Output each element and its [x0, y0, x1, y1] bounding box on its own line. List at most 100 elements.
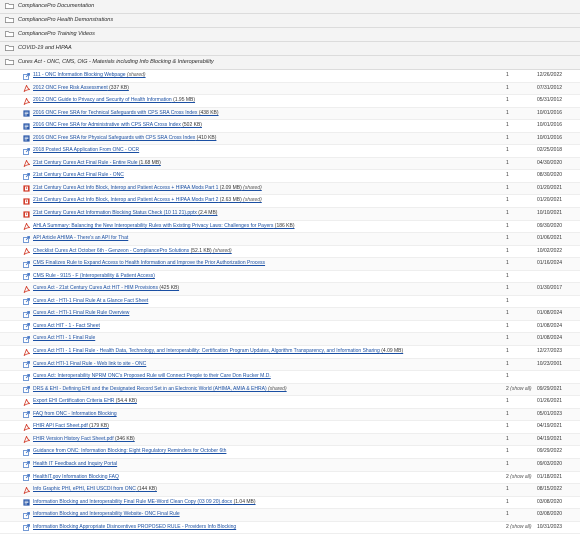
show-all-link[interactable]: (show all) [509, 386, 531, 392]
file-link[interactable]: Cures Act - HTI-1 Final Rule Rule Overvi… [33, 308, 129, 320]
file-link[interactable]: 21st Century Cures Act Info Block, Inter… [33, 195, 262, 207]
folder-label: CompliancePro Training Videos [18, 31, 95, 37]
file-row: 21st Century Cures Act Final Rule - Enti… [0, 157, 580, 171]
file-link[interactable]: Information Blocking Appropriate Disince… [33, 522, 236, 534]
file-link[interactable]: Information Blocking and Interoperabilit… [33, 509, 180, 521]
file-link[interactable]: Cures Act - HTI-1 Final Rule At a Glance… [33, 296, 148, 308]
folder-row-1[interactable]: CompliancePro Documentation [0, 0, 580, 14]
file-link[interactable]: HealthIT.gov Information Blocking FAQ [33, 472, 119, 484]
file-link[interactable]: 21st Century Cures Act Final Rule - ONC [33, 170, 124, 182]
file-link[interactable]: Health IT Feedback and Inquiry Portal [33, 459, 117, 471]
file-date: 10/31/2023 [537, 523, 563, 530]
file-link[interactable]: Cures Act: Interoperability NPRM ONC's P… [33, 371, 271, 383]
file-link[interactable]: CMS Rule - 9115 - F (Interoperability & … [33, 271, 155, 283]
file-row: Health IT Feedback and Inquiry Portal 1 … [0, 458, 580, 472]
file-name: 21st Century Cures Act Final Rule - ONC [33, 172, 124, 179]
file-size: (179 KB) [87, 423, 109, 430]
version-count: 1 [506, 159, 509, 166]
folder-row-4[interactable]: COVID-19 and HIPAA [0, 42, 580, 56]
external-link-icon [23, 147, 30, 155]
file-link[interactable]: FHIR API Fact Sheet.pdf (179 KB) [33, 421, 109, 433]
file-link[interactable]: Info Graphic PHI, ePHI, EHI USCDI from O… [33, 484, 157, 496]
show-all-link[interactable]: (show all) [509, 474, 531, 480]
file-row: 21st Century Cures Act Info Block, Inter… [0, 182, 580, 196]
file-link[interactable]: Cures Act HIT - 1 - Fact Sheet [33, 321, 100, 333]
file-name: DRS & EHI - Defining EHI and the Designa… [33, 385, 267, 392]
file-date: 01/08/2024 [537, 310, 563, 317]
version-count: 1 [506, 448, 509, 455]
folder-list: CompliancePro Documentation CompliancePr… [0, 0, 580, 70]
file-link[interactable]: API Article AHIMA - There's an API for T… [33, 233, 128, 245]
file-date: 01/16/2024 [537, 260, 563, 267]
file-date: 08/30/2020 [537, 172, 563, 179]
file-link[interactable]: Export EHI Certification Criteria EHR (5… [33, 396, 137, 408]
file-date: 01/08/2024 [537, 322, 563, 329]
file-link[interactable]: AHLA Summary: Balancing the New Interope… [33, 221, 295, 233]
file-row: Cures Act - HTI-1 Final Rule At a Glance… [0, 296, 580, 309]
file-row: FHIR Version History Fact Sheet.pdf (346… [0, 433, 580, 447]
file-size: (1.95 MB) [171, 97, 196, 104]
pdf-file-icon [23, 486, 30, 494]
file-date: 05/01/2023 [537, 410, 563, 417]
version-count: 1 [506, 498, 509, 505]
file-name: FAQ from ONC - Information Blocking [33, 410, 117, 417]
file-link[interactable]: 2016 ONC Free SRA for Technical Safeguar… [33, 108, 219, 120]
external-link-icon [23, 323, 30, 331]
file-row: Cures Act - 21st Century Cures Act HIT -… [0, 283, 580, 296]
file-row: AHLA Summary: Balancing the New Interope… [0, 221, 580, 234]
file-row: 2016 ONC Free SRA for Administrative wit… [0, 120, 580, 133]
file-link[interactable]: Cures Act HTI - 1 Final Rule - Health Da… [33, 346, 403, 358]
file-row: 2012 ONC Guide to Privacy and Security o… [0, 95, 580, 108]
folder-row-3[interactable]: CompliancePro Training Videos [0, 28, 580, 42]
version-count: 1 [506, 84, 509, 91]
file-link[interactable]: Checklist Cures Act October 6th - Genzeo… [33, 246, 232, 258]
file-row: API Article AHIMA - There's an API for T… [0, 233, 580, 246]
file-link[interactable]: 2016 ONC Free SRA for Physical Safeguard… [33, 133, 216, 145]
word-doc-icon [23, 499, 30, 506]
folder-label: CompliancePro Documentation [18, 3, 95, 9]
file-row: DRS & EHI - Defining EHI and the Designa… [0, 383, 580, 397]
file-name: Cures Act - 21st Century Cures Act HIT -… [33, 285, 158, 292]
file-link[interactable]: 111 - ONC Information Blocking Webpage (… [33, 70, 146, 82]
file-link[interactable]: FAQ from ONC - Information Blocking [33, 409, 117, 421]
external-link-icon [23, 524, 30, 532]
file-link[interactable]: 2018 Posted SRA Application From ONC - O… [33, 145, 139, 157]
file-row: Information Blocking and Interoperabilit… [0, 509, 580, 522]
file-link[interactable]: CMS Finalizes Rule to Expand Access to H… [33, 258, 265, 270]
pdf-file-icon [23, 436, 30, 444]
file-date: 09/29/2022 [537, 448, 563, 455]
file-link[interactable]: DRS & EHI - Defining EHI and the Designa… [33, 384, 287, 396]
shared-tag: (shared) [266, 385, 287, 392]
file-link[interactable]: 2012 ONC Free Risk Assessment (337 KB) [33, 83, 129, 95]
file-name: 2016 ONC Free SRA for Administrative wit… [33, 122, 181, 129]
file-link[interactable]: Information Blocking and Interoperabilit… [33, 497, 256, 509]
file-link[interactable]: Guidance from ONC: Information Blocking:… [33, 446, 226, 458]
external-link-icon [23, 172, 30, 180]
external-link-icon [23, 386, 30, 394]
file-link[interactable]: 21st Century Cures Act Info Block, Inter… [33, 183, 262, 195]
file-row: CMS Rule - 9115 - F (Interoperability & … [0, 271, 580, 284]
show-all-link[interactable]: (show all) [509, 524, 531, 530]
file-row: Guidance from ONC: Information Blocking:… [0, 446, 580, 459]
file-name: Information Blocking and Interoperabilit… [33, 498, 233, 505]
folder-row-2[interactable]: CompliancePro Health Demonstrations [0, 14, 580, 28]
file-row: Information Blocking and Interoperabilit… [0, 497, 580, 510]
file-link[interactable]: 2012 ONC Guide to Privacy and Security o… [33, 95, 195, 107]
external-link-icon [23, 449, 30, 456]
file-link[interactable]: Cures Act HTI-1 Final Rule - Web link to… [33, 359, 146, 371]
file-link[interactable]: 21st Century Cures Act Final Rule - Enti… [33, 158, 161, 170]
file-size: (144 KB) [135, 486, 157, 493]
folder-row-5[interactable]: Cures Act - ONC, CMS, OIG - Materials in… [0, 56, 580, 70]
file-name: HealthIT.gov Information Blocking FAQ [33, 473, 119, 480]
file-link[interactable]: Cures Act - 21st Century Cures Act HIT -… [33, 283, 179, 295]
file-link[interactable]: Cures Act HTI - 1 Final Rule [33, 333, 95, 345]
file-link[interactable]: 2016 ONC Free SRA for Administrative wit… [33, 120, 202, 132]
version-count: 1 [506, 172, 509, 179]
folder-closed-icon [5, 45, 14, 51]
file-row: CMS Finalizes Rule to Expand Access to H… [0, 258, 580, 271]
file-row: 2012 ONC Free Risk Assessment (337 KB) 1… [0, 82, 580, 96]
pdf-file-icon [23, 248, 30, 256]
file-list: 111 - ONC Information Blocking Webpage (… [0, 70, 580, 535]
file-link[interactable]: FHIR Version History Fact Sheet.pdf (346… [33, 434, 135, 446]
file-link[interactable]: 21st Century Cures Act Information Block… [33, 208, 217, 220]
